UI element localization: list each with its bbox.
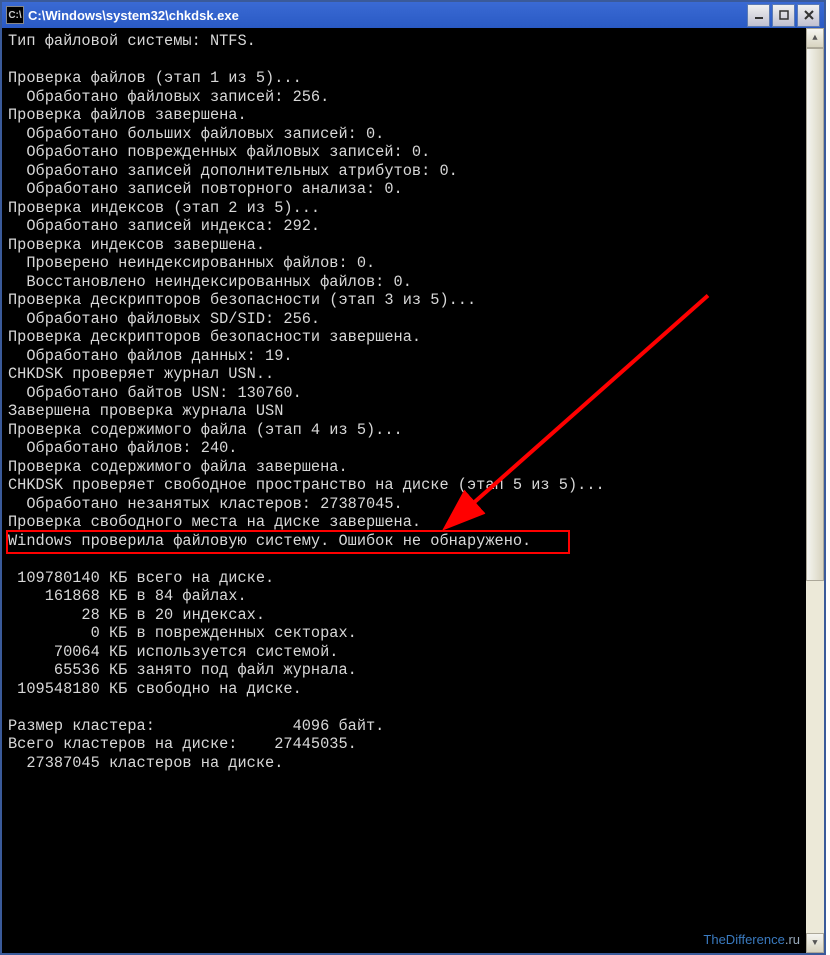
console-line: Обработано поврежденных файловых записей…: [8, 143, 800, 162]
app-window: C:\ C:\Windows\system32\chkdsk.exe Тип ф…: [0, 0, 826, 955]
console-line: 70064 КБ используется системой.: [8, 643, 800, 662]
console-line: [8, 550, 800, 569]
console-line: Обработано файловых SD/SID: 256.: [8, 310, 800, 329]
minimize-button[interactable]: [747, 4, 770, 27]
console-line: Обработано записей индекса: 292.: [8, 217, 800, 236]
console-line: Завершена проверка журнала USN: [8, 402, 800, 421]
console-line: 27387045 кластеров на диске.: [8, 754, 800, 773]
console-line: 109780140 КБ всего на диске.: [8, 569, 800, 588]
console-line: Восстановлено неиндексированных файлов: …: [8, 273, 800, 292]
console-line: 0 КБ в поврежденных секторах.: [8, 624, 800, 643]
close-button[interactable]: [797, 4, 820, 27]
console-line: 65536 КБ занято под файл журнала.: [8, 661, 800, 680]
console-line: Проверка файлов (этап 1 из 5)...: [8, 69, 800, 88]
console-line: Обработано незанятых кластеров: 27387045…: [8, 495, 800, 514]
console-line: [8, 791, 800, 810]
console-line: CHKDSK проверяет свободное пространство …: [8, 476, 800, 495]
window-controls: [747, 4, 820, 27]
console-line: 109548180 КБ свободно на диске.: [8, 680, 800, 699]
console-line: Обработано байтов USN: 130760.: [8, 384, 800, 403]
console-line: 161868 КБ в 84 файлах.: [8, 587, 800, 606]
console-line: Проверка содержимого файла завершена.: [8, 458, 800, 477]
scroll-thumb[interactable]: [806, 48, 824, 581]
scroll-up-button[interactable]: ▲: [806, 28, 824, 48]
minimize-icon: [754, 10, 764, 20]
console-line: [8, 772, 800, 791]
console-line: Обработано файловых записей: 256.: [8, 88, 800, 107]
console-line: 28 КБ в 20 индексах.: [8, 606, 800, 625]
app-icon: C:\: [6, 6, 24, 24]
vertical-scrollbar[interactable]: ▲ ▼: [806, 28, 824, 953]
console-line: [8, 51, 800, 70]
console-line: Проверка свободного места на диске завер…: [8, 513, 800, 532]
scroll-down-button[interactable]: ▼: [806, 933, 824, 953]
console-line: Проверка индексов завершена.: [8, 236, 800, 255]
maximize-button[interactable]: [772, 4, 795, 27]
window-title: C:\Windows\system32\chkdsk.exe: [28, 8, 747, 23]
console-line: Обработано записей дополнительных атрибу…: [8, 162, 800, 181]
maximize-icon: [779, 10, 789, 20]
console-area: Тип файловой системы: NTFS. Проверка фай…: [2, 28, 824, 953]
console-line: Обработано файлов: 240.: [8, 439, 800, 458]
console-line: Обработано файлов данных: 19.: [8, 347, 800, 366]
console-output: Тип файловой системы: NTFS. Проверка фай…: [2, 28, 806, 953]
console-line: Всего кластеров на диске: 27445035.: [8, 735, 800, 754]
console-line: Проверка индексов (этап 2 из 5)...: [8, 199, 800, 218]
console-line: Windows проверила файловую систему. Ошиб…: [8, 532, 800, 551]
console-line: [8, 698, 800, 717]
console-line: Обработано записей повторного анализа: 0…: [8, 180, 800, 199]
close-icon: [804, 10, 814, 20]
console-line: Проверка дескрипторов безопасности (этап…: [8, 291, 800, 310]
titlebar[interactable]: C:\ C:\Windows\system32\chkdsk.exe: [2, 2, 824, 28]
console-line: Проверено неиндексированных файлов: 0.: [8, 254, 800, 273]
console-line: Тип файловой системы: NTFS.: [8, 32, 800, 51]
console-line: Проверка дескрипторов безопасности завер…: [8, 328, 800, 347]
scroll-track[interactable]: [806, 48, 824, 933]
console-line: Проверка содержимого файла (этап 4 из 5)…: [8, 421, 800, 440]
console-line: Проверка файлов завершена.: [8, 106, 800, 125]
console-line: Размер кластера: 4096 байт.: [8, 717, 800, 736]
console-line: Обработано больших файловых записей: 0.: [8, 125, 800, 144]
console-line: CHKDSK проверяет журнал USN..: [8, 365, 800, 384]
